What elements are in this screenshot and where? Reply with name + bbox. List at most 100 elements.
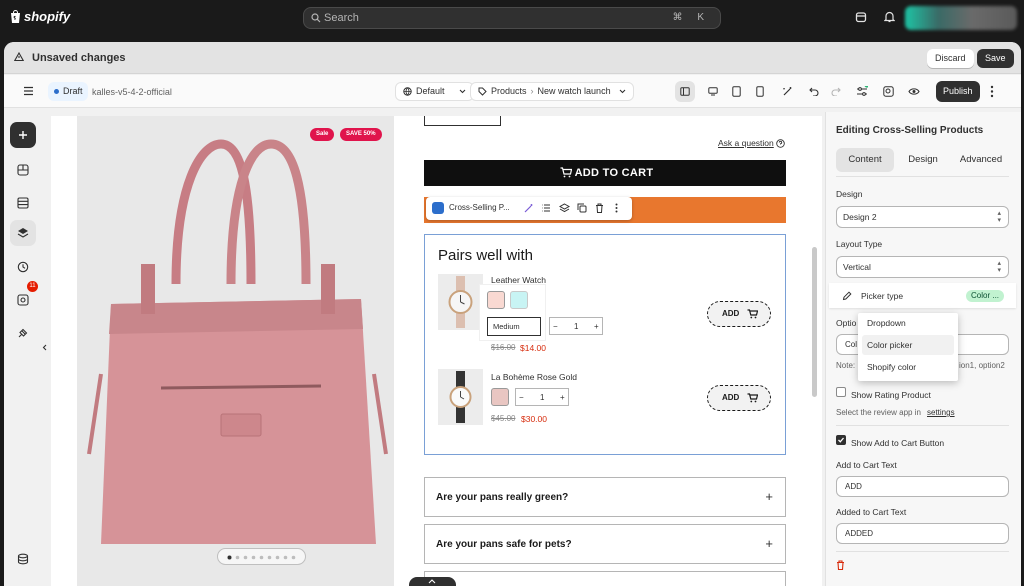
chevron-down-icon xyxy=(619,89,626,94)
duplicate-icon[interactable] xyxy=(577,203,587,213)
undo-icon[interactable] xyxy=(809,86,819,96)
faq-item[interactable] xyxy=(424,571,786,586)
search-input[interactable]: Search ⌘ K xyxy=(303,7,721,29)
store-icon[interactable] xyxy=(855,11,867,23)
option-dropdown[interactable]: Dropdown xyxy=(862,313,954,333)
bell-icon[interactable] xyxy=(884,11,895,23)
apps-icon[interactable] xyxy=(17,294,29,306)
collapse-arrow-icon[interactable] xyxy=(42,344,47,351)
ask-question-link[interactable]: Ask a question xyxy=(718,138,774,148)
quantity-stepper[interactable]: − 1 + xyxy=(515,388,569,406)
settings-link[interactable]: settings xyxy=(927,408,955,417)
shopify-topbar: shopify Search ⌘ K xyxy=(0,0,1024,37)
plus-icon: + xyxy=(765,489,773,504)
sections-icon[interactable] xyxy=(17,164,29,176)
size-select[interactable]: Medium xyxy=(487,317,541,336)
cross-selling-section[interactable]: Pairs well with Leather Watch $16.00 $14… xyxy=(424,234,786,455)
divider xyxy=(836,425,1009,426)
color-swatch[interactable] xyxy=(487,291,505,309)
compare-price: $16.00 xyxy=(491,343,516,352)
pagination-dots xyxy=(227,555,296,560)
blocks-icon[interactable] xyxy=(17,197,29,209)
save-button[interactable]: Save xyxy=(977,49,1014,68)
tablet-icon[interactable] xyxy=(732,86,741,97)
layout-type-select[interactable]: Vertical ▴ ▾ xyxy=(836,256,1009,278)
design-label: Design xyxy=(836,189,863,199)
list-icon[interactable] xyxy=(541,203,551,213)
add-to-cart-button[interactable]: ADD TO CART xyxy=(424,160,786,186)
preview-eye-icon[interactable] xyxy=(908,87,920,96)
magic-icon[interactable] xyxy=(782,86,793,97)
quantity-stepper[interactable]: − 1 + xyxy=(549,317,603,335)
sale-price: $30.00 xyxy=(521,414,547,424)
faq-item[interactable]: Are your pans really green? + xyxy=(424,477,786,517)
menu-icon[interactable] xyxy=(23,86,34,96)
settings-sliders-icon[interactable] xyxy=(856,86,868,97)
option-color-picker[interactable]: Color picker xyxy=(862,335,954,355)
panel-title: Editing Cross-Selling Products xyxy=(836,125,984,136)
magic-icon[interactable] xyxy=(523,203,534,214)
product-name[interactable]: Leather Watch xyxy=(491,275,546,285)
shopify-bag-icon xyxy=(10,10,21,23)
tab-content[interactable]: Content xyxy=(836,148,894,172)
discard-button[interactable]: Discard xyxy=(927,49,974,68)
shopify-logo-text: shopify xyxy=(24,9,71,24)
tab-advanced[interactable]: Advanced xyxy=(952,148,1010,172)
status-badge: Draft xyxy=(48,82,88,101)
template-selector[interactable]: Default xyxy=(395,82,474,101)
design-select[interactable]: Design 2 ▴ ▾ xyxy=(836,206,1009,228)
page-selector[interactable]: Products › New watch launch xyxy=(470,82,634,101)
product-name[interactable]: La Bohème Rose Gold xyxy=(491,372,577,382)
minus-icon[interactable]: − xyxy=(519,393,524,402)
tab-design[interactable]: Design xyxy=(894,148,952,172)
mobile-icon[interactable] xyxy=(756,86,764,97)
quantity-box-partial[interactable] xyxy=(424,116,501,126)
plus-icon xyxy=(19,131,27,139)
more-icon[interactable] xyxy=(990,85,994,98)
option-shopify-color[interactable]: Shopify color xyxy=(862,357,954,377)
add-button-label: ADD xyxy=(722,309,740,318)
trash-icon[interactable] xyxy=(595,203,604,213)
canvas-scrollbar[interactable] xyxy=(812,247,817,397)
page-name-label: New watch launch xyxy=(537,86,611,96)
add-button[interactable]: ADD xyxy=(707,385,771,411)
plus-icon[interactable]: + xyxy=(594,322,599,331)
redo-icon[interactable] xyxy=(831,86,841,96)
scroll-up-tab[interactable] xyxy=(409,577,456,586)
note-label: Note: xyxy=(836,361,856,370)
color-swatch[interactable] xyxy=(510,291,528,309)
account-avatar[interactable] xyxy=(905,6,1017,30)
added-to-cart-text-input[interactable]: ADDED xyxy=(836,523,1009,544)
divider xyxy=(836,551,1009,552)
desktop-icon[interactable] xyxy=(708,87,718,96)
product-thumbnail[interactable] xyxy=(438,369,483,425)
shopify-logo[interactable]: shopify xyxy=(10,9,70,24)
layers-icon[interactable] xyxy=(559,203,570,213)
image-pagination[interactable] xyxy=(217,548,306,565)
more-icon[interactable] xyxy=(615,203,618,213)
color-swatch[interactable] xyxy=(491,388,509,406)
unsaved-changes-title: Unsaved changes xyxy=(32,52,126,64)
add-to-cart-text-input[interactable]: ADD xyxy=(836,476,1009,497)
trash-icon[interactable] xyxy=(836,560,845,570)
product-image[interactable]: Sale SAVE 50% xyxy=(77,116,394,586)
cart-icon xyxy=(747,393,758,403)
plus-icon[interactable]: + xyxy=(560,393,565,402)
faq-item[interactable]: Are your pans safe for pets? + xyxy=(424,524,786,564)
publish-button[interactable]: Publish xyxy=(936,81,980,102)
design-value: Design 2 xyxy=(843,212,877,222)
search-replace-icon[interactable] xyxy=(883,86,894,97)
add-button[interactable]: ADD xyxy=(707,301,771,327)
minus-icon[interactable]: − xyxy=(553,322,558,331)
show-add-to-cart-label: Show Add to Cart Button xyxy=(851,438,945,448)
app-embeds-icon[interactable] xyxy=(17,327,29,339)
history-icon[interactable] xyxy=(17,261,29,273)
picker-type-row[interactable]: Picker type Color ... xyxy=(829,283,1016,308)
show-rating-checkbox[interactable] xyxy=(836,387,846,397)
show-add-to-cart-checkbox[interactable] xyxy=(836,435,846,445)
product-thumbnail[interactable] xyxy=(438,274,483,330)
add-section-button[interactable] xyxy=(10,122,36,148)
note-text: ion1, option2 xyxy=(959,361,1005,370)
sale-price: $14.00 xyxy=(520,343,546,353)
database-icon[interactable] xyxy=(17,553,29,565)
